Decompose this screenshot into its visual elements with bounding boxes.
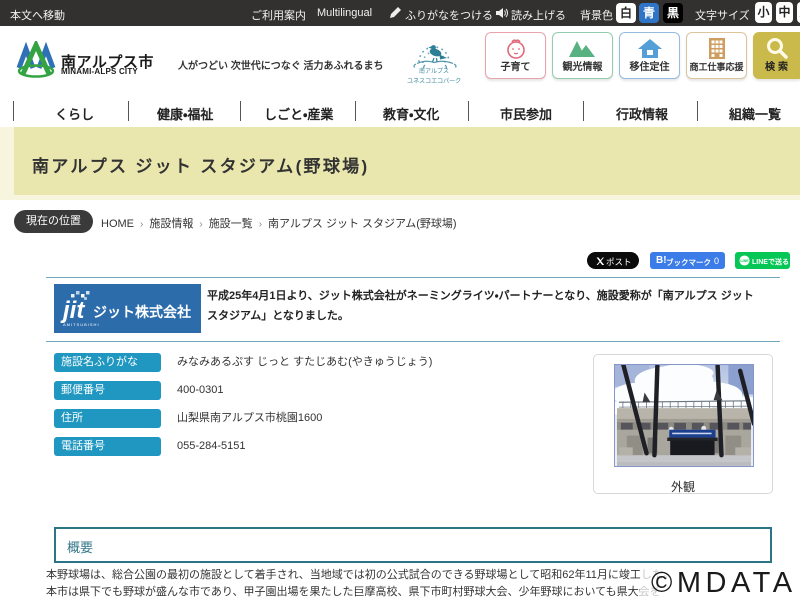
svg-text:AMITSUBISHI: AMITSUBISHI (63, 322, 100, 327)
svg-text:jit: jit (60, 297, 85, 324)
svg-text:南アルプス: 南アルプス (419, 67, 449, 75)
svg-text:ユネスコエコパーク: ユネスコエコパーク (407, 78, 461, 85)
svg-text:LINE: LINE (740, 259, 749, 263)
svg-text:ジット株式会社: ジット株式会社 (93, 304, 191, 320)
